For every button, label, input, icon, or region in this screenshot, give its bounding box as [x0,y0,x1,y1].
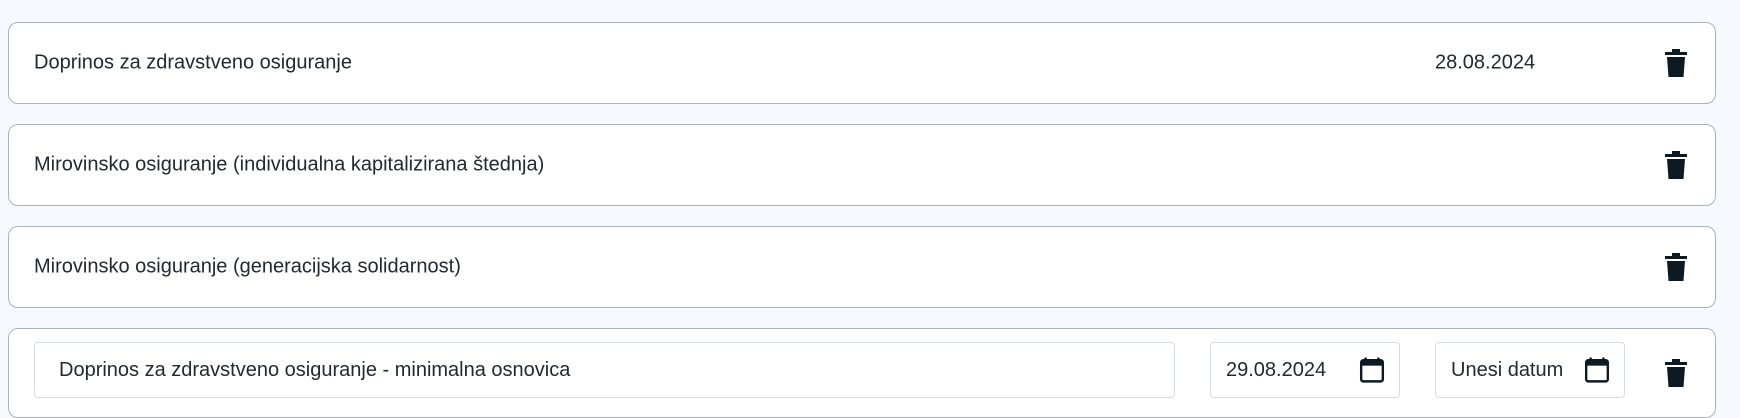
description-value: Doprinos za zdravstveno osiguranje - min… [59,358,571,381]
contribution-row: Doprinos za zdravstveno osiguranje 28.08… [8,22,1716,104]
trash-icon [1665,359,1687,387]
date-from-input[interactable]: 29.08.2024 [1210,342,1400,398]
date-to-input[interactable]: Unesi datum [1435,342,1625,398]
contribution-edit-row: Doprinos za zdravstveno osiguranje - min… [8,328,1716,418]
trash-icon [1665,151,1687,179]
trash-icon [1665,49,1687,77]
contribution-label: Doprinos za zdravstveno osiguranje [34,51,352,74]
contribution-row: Mirovinsko osiguranje (generacijska soli… [8,226,1716,308]
calendar-icon[interactable] [1359,357,1385,383]
delete-button[interactable] [1661,250,1691,284]
calendar-icon[interactable] [1584,357,1610,383]
contribution-label: Mirovinsko osiguranje (generacijska soli… [34,255,461,278]
delete-button[interactable] [1661,46,1691,80]
contribution-date: 28.08.2024 [1435,51,1536,74]
delete-button[interactable] [1661,356,1691,390]
contribution-row: Mirovinsko osiguranje (individualna kapi… [8,124,1716,206]
description-input[interactable]: Doprinos za zdravstveno osiguranje - min… [34,342,1175,398]
date-to-placeholder: Unesi datum [1451,358,1564,381]
trash-icon [1665,253,1687,281]
contribution-label: Mirovinsko osiguranje (individualna kapi… [34,153,545,176]
date-from-value: 29.08.2024 [1226,358,1327,381]
delete-button[interactable] [1661,148,1691,182]
